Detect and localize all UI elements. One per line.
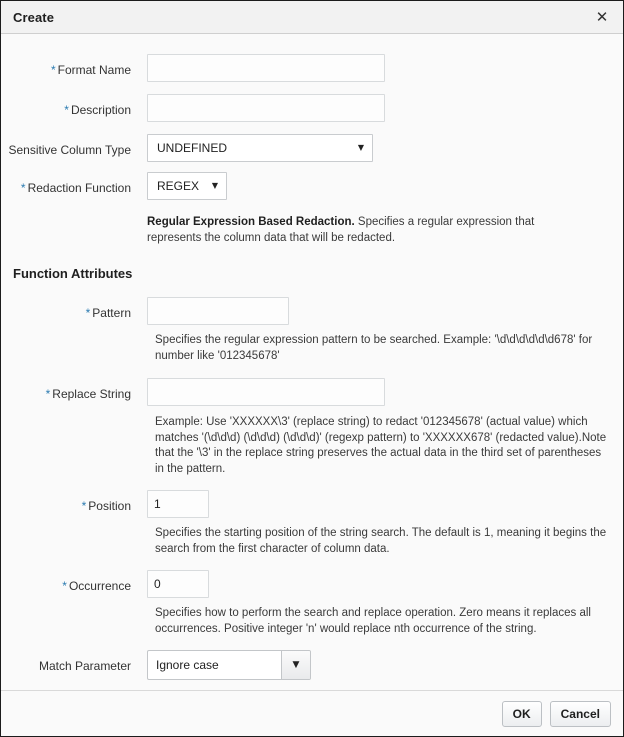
required-asterisk: * <box>20 181 26 195</box>
field-row-format-name: * Format Name <box>1 54 623 82</box>
match-parameter-value: Ignore case <box>156 658 219 672</box>
description-field-cell <box>139 94 623 122</box>
pattern-help-text: Specifies the regular expression pattern… <box>155 334 593 362</box>
field-row-position: * Position <box>1 490 623 518</box>
sensitive-column-type-value: UNDEFINED <box>157 141 228 155</box>
chevron-down-icon: ▼ <box>357 143 364 152</box>
position-label: * Position <box>81 499 131 513</box>
required-asterisk: * <box>62 579 67 593</box>
field-row-match-parameter: Match Parameter Ignore case ▼ <box>1 650 623 680</box>
field-row-redaction-function: * Redaction Function REGEX ▼ <box>1 172 623 200</box>
replace-string-help-text: Example: Use 'XXXXXX\3' (replace string)… <box>155 416 607 475</box>
occurrence-input[interactable] <box>147 570 209 598</box>
dialog-body: * Format Name * Description Sensitive Colu… <box>1 34 623 705</box>
format-name-field-cell <box>139 54 623 82</box>
pattern-label: * Pattern <box>85 306 131 320</box>
format-name-input[interactable] <box>147 54 385 82</box>
close-icon[interactable]: ✕ <box>591 6 613 28</box>
sensitive-column-type-field-cell: UNDEFINED ▼ <box>139 134 623 162</box>
description-input[interactable] <box>147 94 385 122</box>
cancel-button[interactable]: Cancel <box>549 700 611 727</box>
redaction-description-bold: Regular Expression Based Redaction. <box>147 216 355 228</box>
field-row-replace-string: * Replace String <box>1 378 623 406</box>
replace-string-label: * Replace String <box>45 387 131 401</box>
field-row-description: * Description <box>1 94 623 122</box>
redaction-description: Regular Expression Based Redaction. Spec… <box>147 214 567 246</box>
field-row-sensitive-column-type: Sensitive Column Type UNDEFINED ▼ <box>1 134 623 162</box>
field-row-occurrence: * Occurrence <box>1 570 623 598</box>
redaction-function-label: * Redaction Function <box>20 181 131 195</box>
position-input[interactable] <box>147 490 209 518</box>
dialog-footer: OK Cancel <box>1 690 623 736</box>
replace-string-input[interactable] <box>147 378 385 406</box>
redaction-function-field-cell: REGEX ▼ <box>139 172 623 200</box>
redaction-function-value: REGEX <box>157 179 200 193</box>
occurrence-field-cell <box>139 570 623 598</box>
redaction-function-select[interactable]: REGEX ▼ <box>147 172 227 200</box>
occurrence-label: * Occurrence <box>62 579 131 593</box>
sensitive-column-type-select[interactable]: UNDEFINED ▼ <box>147 134 373 162</box>
ok-button[interactable]: OK <box>501 700 542 727</box>
position-help-text: Specifies the starting position of the s… <box>155 527 607 555</box>
required-asterisk: * <box>85 306 91 320</box>
required-asterisk: * <box>45 387 51 401</box>
match-parameter-label: Match Parameter <box>38 659 131 673</box>
sensitive-column-type-label: Sensitive Column Type <box>8 143 131 157</box>
required-asterisk: * <box>50 63 56 77</box>
pattern-field-cell <box>139 297 623 325</box>
chevron-down-icon[interactable]: ▼ <box>281 651 310 679</box>
dialog-title: Create <box>13 9 55 25</box>
dialog-titlebar: Create ✕ <box>1 1 623 34</box>
chevron-down-icon: ▼ <box>211 181 218 190</box>
pattern-input[interactable] <box>147 297 289 325</box>
required-asterisk: * <box>64 103 69 117</box>
function-attributes-heading: Function Attributes <box>13 266 133 281</box>
required-asterisk: * <box>81 499 87 513</box>
match-parameter-select[interactable]: Ignore case ▼ <box>147 650 311 680</box>
create-format-dialog: Create ✕ * Format Name * Description Sensi… <box>0 0 624 737</box>
field-row-pattern: * Pattern <box>1 297 623 325</box>
match-parameter-field-cell: Ignore case ▼ <box>139 650 623 680</box>
description-label: * Description <box>64 103 131 117</box>
replace-string-field-cell <box>139 378 623 406</box>
occurrence-help-text: Specifies how to perform the search and … <box>155 607 591 635</box>
position-field-cell <box>139 490 623 518</box>
format-name-label: * Format Name <box>50 63 131 77</box>
